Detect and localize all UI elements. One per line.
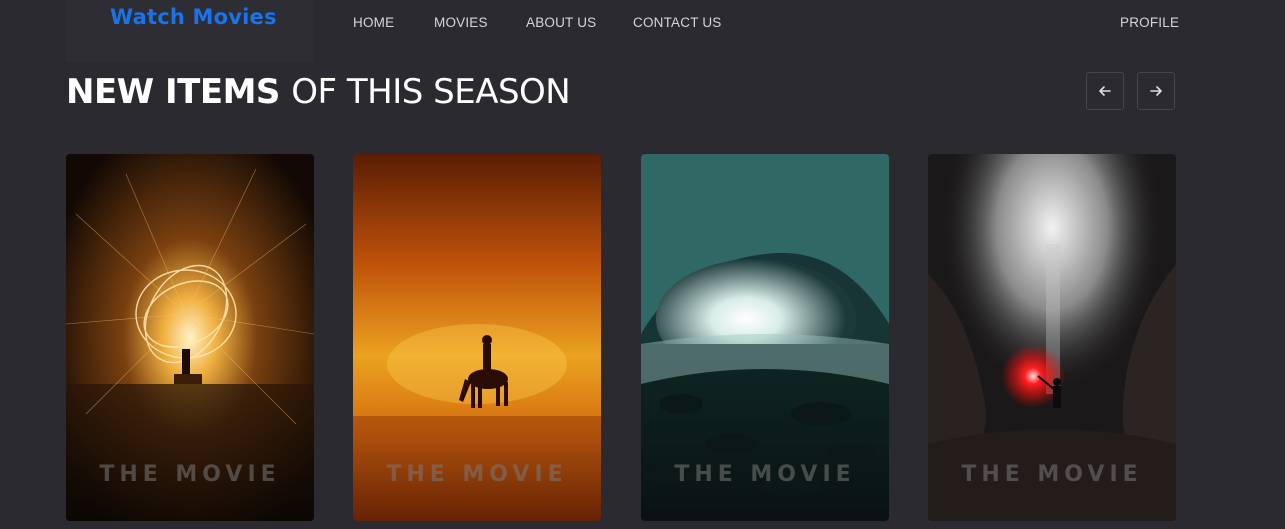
movie-card[interactable]: THE MOVIE bbox=[928, 154, 1176, 521]
carousel-next-button[interactable] bbox=[1137, 72, 1175, 110]
poster-caption: THE MOVIE bbox=[674, 462, 856, 487]
movie-card[interactable]: THE MOVIE bbox=[353, 154, 601, 521]
section-title-strong: NEW ITEMS bbox=[66, 72, 280, 112]
section-title-rest: OF THIS SEASON bbox=[291, 72, 571, 112]
movie-card[interactable]: THE MOVIE bbox=[66, 154, 314, 521]
section-title: NEW ITEMS OF THIS SEASON bbox=[66, 72, 571, 112]
arrow-right-icon bbox=[1150, 86, 1162, 96]
carousel-prev-button[interactable] bbox=[1086, 72, 1124, 110]
site-logo[interactable]: Watch Movies bbox=[110, 5, 277, 29]
nav-movies[interactable]: MOVIES bbox=[434, 15, 488, 30]
nav-about-us[interactable]: ABOUT US bbox=[526, 15, 596, 30]
nav-contact-us[interactable]: CONTACT US bbox=[633, 15, 722, 30]
movie-card[interactable]: THE MOVIE bbox=[641, 154, 889, 521]
arrow-left-icon bbox=[1099, 86, 1111, 96]
nav-profile[interactable]: PROFILE bbox=[1120, 15, 1179, 30]
poster-caption: THE MOVIE bbox=[386, 462, 568, 487]
page: Watch Movies HOME MOVIES ABOUT US CONTAC… bbox=[0, 0, 1285, 529]
nav-home[interactable]: HOME bbox=[353, 15, 394, 30]
poster-caption: THE MOVIE bbox=[961, 462, 1143, 487]
poster-caption: THE MOVIE bbox=[99, 462, 281, 487]
